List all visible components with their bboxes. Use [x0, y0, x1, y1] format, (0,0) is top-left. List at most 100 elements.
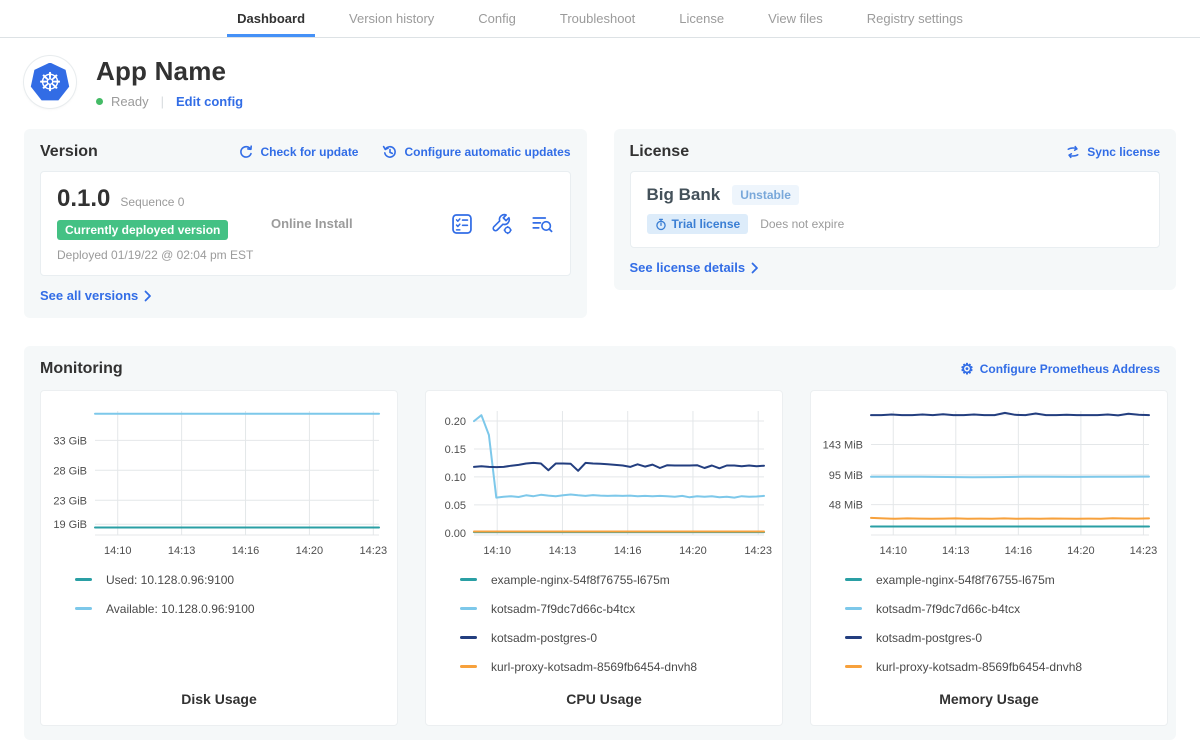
license-summary: Big Bank Unstable Trial license Does not…: [630, 171, 1161, 248]
version-card: Version Check for update Configure au: [24, 129, 587, 318]
legend-dash-icon: [460, 578, 477, 581]
kubernetes-icon: ☸: [30, 63, 70, 102]
legend-item: kurl-proxy-kotsadm-8569fb6454-dnvh8: [460, 652, 774, 681]
tab-config[interactable]: Config: [468, 0, 526, 37]
legend-item: kotsadm-7f9dc7d66c-b4tcx: [845, 594, 1159, 623]
tab-dashboard[interactable]: Dashboard: [227, 0, 315, 37]
legend-dash-icon: [845, 636, 862, 639]
svg-text:14:16: 14:16: [232, 545, 260, 557]
svg-text:0.05: 0.05: [445, 500, 466, 512]
legend-label: kotsadm-7f9dc7d66c-b4tcx: [876, 602, 1020, 616]
page-title: App Name: [96, 56, 243, 87]
status-dot-icon: [96, 98, 103, 105]
chart-title: CPU Usage: [434, 691, 774, 707]
license-card: License Sync license Big Bank Unstable: [614, 129, 1177, 290]
svg-text:0.15: 0.15: [445, 444, 466, 456]
svg-text:14:16: 14:16: [614, 545, 642, 557]
tab-version-history[interactable]: Version history: [339, 0, 444, 37]
svg-text:14:13: 14:13: [549, 545, 577, 557]
chart-card-memory-usage: 14:1014:1314:1614:2014:2348 MiB95 MiB143…: [810, 390, 1168, 726]
memory-usage-legend: example-nginx-54f8f76755-l675m kotsadm-7f…: [819, 565, 1159, 681]
legend-item: kotsadm-postgres-0: [460, 623, 774, 652]
legend-dash-icon: [845, 607, 862, 610]
chevron-right-icon: [751, 262, 759, 274]
legend-item: Used: 10.128.0.96:9100: [75, 565, 389, 594]
customer-name: Big Bank: [647, 185, 721, 205]
license-type-badge: Trial license: [647, 214, 749, 234]
svg-text:14:10: 14:10: [879, 545, 907, 557]
tab-license[interactable]: License: [669, 0, 734, 37]
legend-label: kotsadm-postgres-0: [876, 631, 982, 645]
svg-text:14:20: 14:20: [1067, 545, 1095, 557]
version-card-title: Version: [40, 143, 98, 161]
legend-label: Available: 10.128.0.96:9100: [106, 602, 255, 616]
config-values-icon[interactable]: [490, 212, 514, 236]
refresh-icon: [238, 144, 254, 160]
deployed-timestamp: Deployed 01/19/22 @ 02:04 pm EST: [57, 248, 271, 262]
disk-usage-legend: Used: 10.128.0.96:9100 Available: 10.128.…: [49, 565, 389, 623]
configure-prometheus-link[interactable]: ⚙ Configure Prometheus Address: [960, 362, 1160, 377]
tab-registry-settings[interactable]: Registry settings: [857, 0, 973, 37]
svg-text:0.20: 0.20: [445, 416, 466, 428]
deployed-badge: Currently deployed version: [57, 220, 228, 240]
legend-dash-icon: [460, 636, 477, 639]
chart-title: Memory Usage: [819, 691, 1159, 707]
see-license-details-link[interactable]: See license details: [630, 260, 760, 275]
chart-card-cpu-usage: 14:1014:1314:1614:2014:230.000.050.100.1…: [425, 390, 783, 726]
legend-dash-icon: [845, 665, 862, 668]
current-version-row: 0.1.0 Sequence 0 Currently deployed vers…: [40, 171, 571, 276]
legend-item: kotsadm-7f9dc7d66c-b4tcx: [460, 594, 774, 623]
top-nav: Dashboard Version history Config Trouble…: [0, 0, 1200, 38]
svg-text:14:10: 14:10: [483, 545, 511, 557]
svg-text:28 GiB: 28 GiB: [53, 465, 87, 477]
tab-troubleshoot[interactable]: Troubleshoot: [550, 0, 645, 37]
chart-title: Disk Usage: [49, 691, 389, 707]
chart-card-disk-usage: 14:1014:1314:1614:2014:2319 GiB23 GiB28 …: [40, 390, 398, 726]
divider: |: [161, 94, 164, 109]
svg-text:14:10: 14:10: [104, 545, 132, 557]
check-for-update-link[interactable]: Check for update: [238, 144, 358, 160]
sync-license-link[interactable]: Sync license: [1065, 144, 1160, 160]
app-header: ☸ App Name Ready | Edit config: [0, 38, 1200, 117]
legend-label: kotsadm-7f9dc7d66c-b4tcx: [491, 602, 635, 616]
svg-text:0.10: 0.10: [445, 472, 466, 484]
legend-item: Available: 10.128.0.96:9100: [75, 594, 389, 623]
install-type-label: Online Install: [271, 216, 450, 231]
svg-text:95 MiB: 95 MiB: [829, 470, 863, 482]
legend-item: example-nginx-54f8f76755-l675m: [460, 565, 774, 594]
version-number: 0.1.0: [57, 185, 110, 213]
legend-label: kurl-proxy-kotsadm-8569fb6454-dnvh8: [876, 660, 1082, 674]
legend-label: Used: 10.128.0.96:9100: [106, 573, 234, 587]
legend-dash-icon: [460, 607, 477, 610]
cpu-usage-legend: example-nginx-54f8f76755-l675m kotsadm-7f…: [434, 565, 774, 681]
view-logs-icon[interactable]: [530, 212, 554, 236]
gear-icon: ⚙: [960, 362, 973, 377]
svg-text:23 GiB: 23 GiB: [53, 495, 87, 507]
legend-label: kurl-proxy-kotsadm-8569fb6454-dnvh8: [491, 660, 697, 674]
memory-usage-chart: 14:1014:1314:1614:2014:2348 MiB95 MiB143…: [819, 403, 1159, 561]
legend-item: kurl-proxy-kotsadm-8569fb6454-dnvh8: [845, 652, 1159, 681]
license-card-title: License: [630, 143, 690, 161]
sequence-label: Sequence 0: [120, 195, 184, 209]
monitoring-section: Monitoring ⚙ Configure Prometheus Addres…: [24, 346, 1176, 740]
svg-text:14:20: 14:20: [296, 545, 324, 557]
edit-config-link[interactable]: Edit config: [176, 94, 243, 109]
svg-text:14:23: 14:23: [1130, 545, 1158, 557]
svg-text:14:23: 14:23: [744, 545, 772, 557]
schedule-update-icon: [382, 144, 398, 160]
svg-text:14:13: 14:13: [942, 545, 970, 557]
legend-item: example-nginx-54f8f76755-l675m: [845, 565, 1159, 594]
svg-text:48 MiB: 48 MiB: [829, 500, 863, 512]
cpu-usage-chart: 14:1014:1314:1614:2014:230.000.050.100.1…: [434, 403, 774, 561]
legend-item: kotsadm-postgres-0: [845, 623, 1159, 652]
status-label: Ready: [111, 94, 149, 109]
preflight-checks-icon[interactable]: [450, 212, 474, 236]
legend-label: kotsadm-postgres-0: [491, 631, 597, 645]
see-all-versions-link[interactable]: See all versions: [40, 288, 152, 303]
legend-label: example-nginx-54f8f76755-l675m: [876, 573, 1055, 587]
configure-automatic-updates-link[interactable]: Configure automatic updates: [382, 144, 570, 160]
tab-view-files[interactable]: View files: [758, 0, 833, 37]
legend-dash-icon: [75, 578, 92, 581]
svg-text:0.00: 0.00: [445, 528, 466, 540]
svg-text:143 MiB: 143 MiB: [823, 440, 863, 452]
